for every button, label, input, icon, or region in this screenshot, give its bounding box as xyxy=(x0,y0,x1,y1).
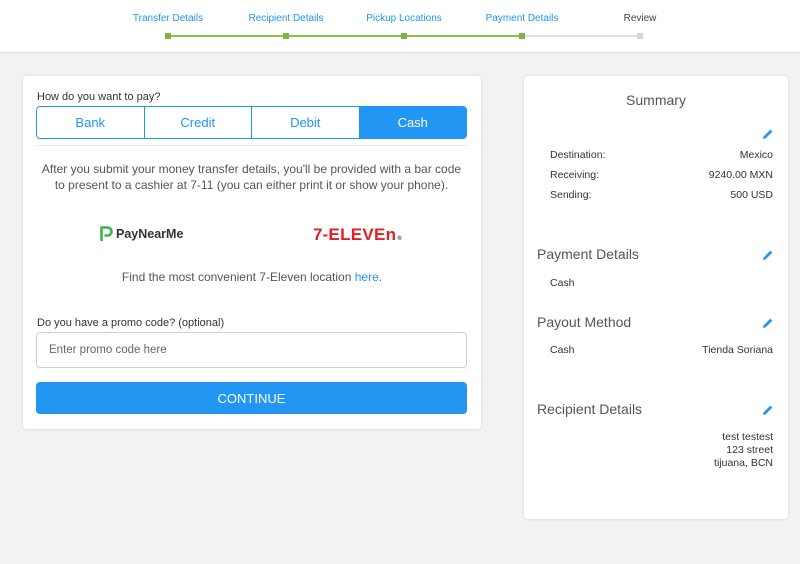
recipient-street: 123 street xyxy=(726,444,773,456)
seven-eleven-logo-number: 7 xyxy=(313,225,323,244)
step-payment-details[interactable]: Payment Details xyxy=(486,13,559,24)
tab-credit[interactable]: Credit xyxy=(144,107,252,138)
step-review: Review xyxy=(623,13,657,24)
payment-details-title: Payment Details xyxy=(537,246,639,262)
paynearme-logo-icon xyxy=(100,226,113,241)
pencil-icon[interactable] xyxy=(762,128,774,140)
step-dot xyxy=(283,33,289,39)
summary-row-receiving: Receiving: 9240.00 MXN xyxy=(550,169,773,181)
payment-question: How do you want to pay? xyxy=(37,91,161,103)
promo-code-input[interactable] xyxy=(36,332,467,368)
tab-bank[interactable]: Bank xyxy=(37,107,145,138)
payout-method-label: Cash xyxy=(550,344,575,356)
progress-track-done xyxy=(168,35,522,37)
step-transfer-details[interactable]: Transfer Details xyxy=(133,13,203,24)
recipient-name: test testest xyxy=(722,431,773,443)
summary-card: Summary Destination: Mexico Receiving: 9… xyxy=(524,76,788,519)
summary-title: Summary xyxy=(626,92,686,108)
summary-label: Receiving: xyxy=(550,169,600,181)
find-location-line: Find the most convenient 7-Eleven locati… xyxy=(23,270,481,284)
seven-eleven-registered-mark: ® xyxy=(397,236,402,242)
paynearme-logo-text: PayNearMe xyxy=(116,227,184,241)
recipient-address: test testest 123 street tijuana, BCN xyxy=(714,431,773,470)
summary-label: Destination: xyxy=(550,149,606,161)
summary-row-sending: Sending: 500 USD xyxy=(550,189,773,201)
seven-eleven-logo-text: -ELEVEn xyxy=(322,225,397,244)
summary-value: 9240.00 MXN xyxy=(708,169,773,181)
payout-method-row: Cash Tienda Soriana xyxy=(550,344,773,356)
summary-value: Mexico xyxy=(739,149,773,161)
tab-debit[interactable]: Debit xyxy=(252,107,360,138)
step-recipient-details[interactable]: Recipient Details xyxy=(248,13,323,24)
step-pickup-locations[interactable]: Pickup Locations xyxy=(366,13,442,24)
tab-cash[interactable]: Cash xyxy=(359,107,466,138)
payment-method-tabs: Bank Credit Debit Cash xyxy=(36,106,467,139)
find-location-suffix: . xyxy=(378,270,383,284)
step-dot xyxy=(519,33,525,39)
summary-value: 500 USD xyxy=(730,189,773,201)
divider xyxy=(36,145,467,146)
step-dot xyxy=(165,33,171,39)
payout-method-title: Payout Method xyxy=(537,314,632,330)
continue-button[interactable]: CONTINUE xyxy=(36,382,467,414)
summary-row-destination: Destination: Mexico xyxy=(550,149,773,161)
recipient-details-title: Recipient Details xyxy=(537,401,643,417)
payment-details-value: Cash xyxy=(550,277,575,289)
pencil-icon[interactable] xyxy=(762,249,774,261)
paynearme-logo: PayNearMe xyxy=(100,226,183,242)
progress-header: Transfer Details Recipient Details Picku… xyxy=(0,0,800,53)
pencil-icon[interactable] xyxy=(762,317,774,329)
step-dot xyxy=(637,33,643,39)
payout-method-value: Tienda Soriana xyxy=(702,344,773,356)
pencil-icon[interactable] xyxy=(762,404,774,416)
promo-code-label: Do you have a promo code? (optional) xyxy=(37,317,225,329)
find-location-text: Find the most convenient 7-Eleven locati… xyxy=(121,270,355,284)
step-dot xyxy=(401,33,407,39)
summary-label: Sending: xyxy=(550,189,592,201)
cash-info-text: After you submit your money transfer det… xyxy=(41,162,462,192)
find-location-link[interactable]: here xyxy=(355,270,379,284)
recipient-city: tijuana, BCN xyxy=(714,457,773,469)
progress-track-remaining xyxy=(522,35,640,37)
payment-card: How do you want to pay? Bank Credit Debi… xyxy=(23,76,481,429)
seven-eleven-logo: 7 -ELEVEn ® xyxy=(313,225,402,245)
